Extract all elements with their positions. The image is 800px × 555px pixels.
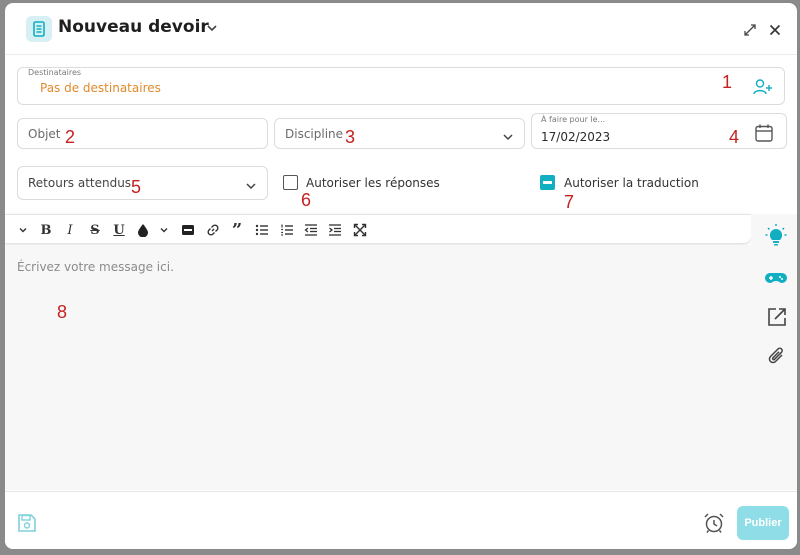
chevron-down-icon [245,177,257,196]
italic-icon[interactable]: I [62,222,78,238]
calendar-icon[interactable] [754,123,774,147]
annotation-5: 5 [131,177,142,197]
highlight-icon[interactable] [180,222,196,238]
expand-icon[interactable] [743,22,757,41]
expected-returns-select[interactable]: Retours attendus [17,166,268,200]
side-tools [751,214,797,490]
indent-icon[interactable] [327,222,343,238]
message-editor[interactable]: Écrivez votre message ici. [5,245,751,490]
save-draft-icon[interactable] [17,513,37,537]
allow-translation-label: Autoriser la traduction [564,176,699,190]
chevron-down-icon [502,128,514,147]
numbered-list-icon[interactable] [279,222,295,238]
close-icon[interactable] [768,22,782,41]
due-date-field[interactable]: À faire pour le... 17/02/2023 [531,113,787,149]
new-homework-dialog: Nouveau devoir Destinataires Pas de dest… [5,3,797,549]
notebook-icon [26,16,52,42]
annotation-1: 1 [722,72,733,92]
bullet-list-icon[interactable] [254,222,270,238]
discipline-placeholder: Discipline [285,127,344,141]
paperclip-icon[interactable] [767,345,787,371]
allow-replies-checkbox[interactable] [283,175,298,190]
annotation-3: 3 [345,127,356,147]
strikethrough-icon[interactable]: S [87,222,103,238]
chevron-down-icon[interactable] [15,222,31,238]
dialog-footer: Publier [5,491,797,549]
discipline-select[interactable]: Discipline [274,118,525,149]
annotation-2: 2 [65,127,76,147]
editor-placeholder: Écrivez votre message ici. [17,260,174,274]
recipients-value: Pas de destinataires [40,81,161,95]
annotation-8: 8 [57,302,68,322]
dialog-header: Nouveau devoir [5,3,797,55]
annotation-4: 4 [729,127,740,147]
annotation-6: 6 [301,190,312,210]
bold-icon[interactable]: B [38,222,54,238]
text-color-icon[interactable] [135,222,151,238]
quote-icon[interactable]: ” [229,220,245,241]
external-link-icon[interactable] [766,306,788,332]
outdent-icon[interactable] [303,222,319,238]
subject-field[interactable]: Objet [17,118,268,149]
subject-placeholder: Objet [28,127,61,141]
fullscreen-icon[interactable] [352,222,368,238]
due-date-label: À faire pour le... [541,115,606,124]
dialog-title: Nouveau devoir [58,17,209,37]
alarm-clock-icon[interactable] [703,512,725,538]
due-date-value: 17/02/2023 [541,130,611,144]
underline-icon[interactable]: U [111,222,127,238]
link-icon[interactable] [205,222,221,238]
chevron-down-icon[interactable] [156,222,172,238]
gamepad-icon[interactable] [764,266,788,294]
editor-toolbar: B I S U ” [5,214,751,244]
add-recipient-icon[interactable] [753,78,773,100]
recipients-label: Destinataires [28,68,82,77]
annotation-7: 7 [564,192,575,212]
expected-returns-placeholder: Retours attendus [28,176,132,190]
recipients-field[interactable]: Destinataires Pas de destinataires [17,67,785,105]
publish-button[interactable]: Publier [737,506,789,540]
lightbulb-icon[interactable] [764,223,788,251]
allow-translation-checkbox[interactable] [540,175,555,190]
allow-replies-label: Autoriser les réponses [306,176,440,190]
title-chevron-down-icon[interactable] [205,20,219,39]
